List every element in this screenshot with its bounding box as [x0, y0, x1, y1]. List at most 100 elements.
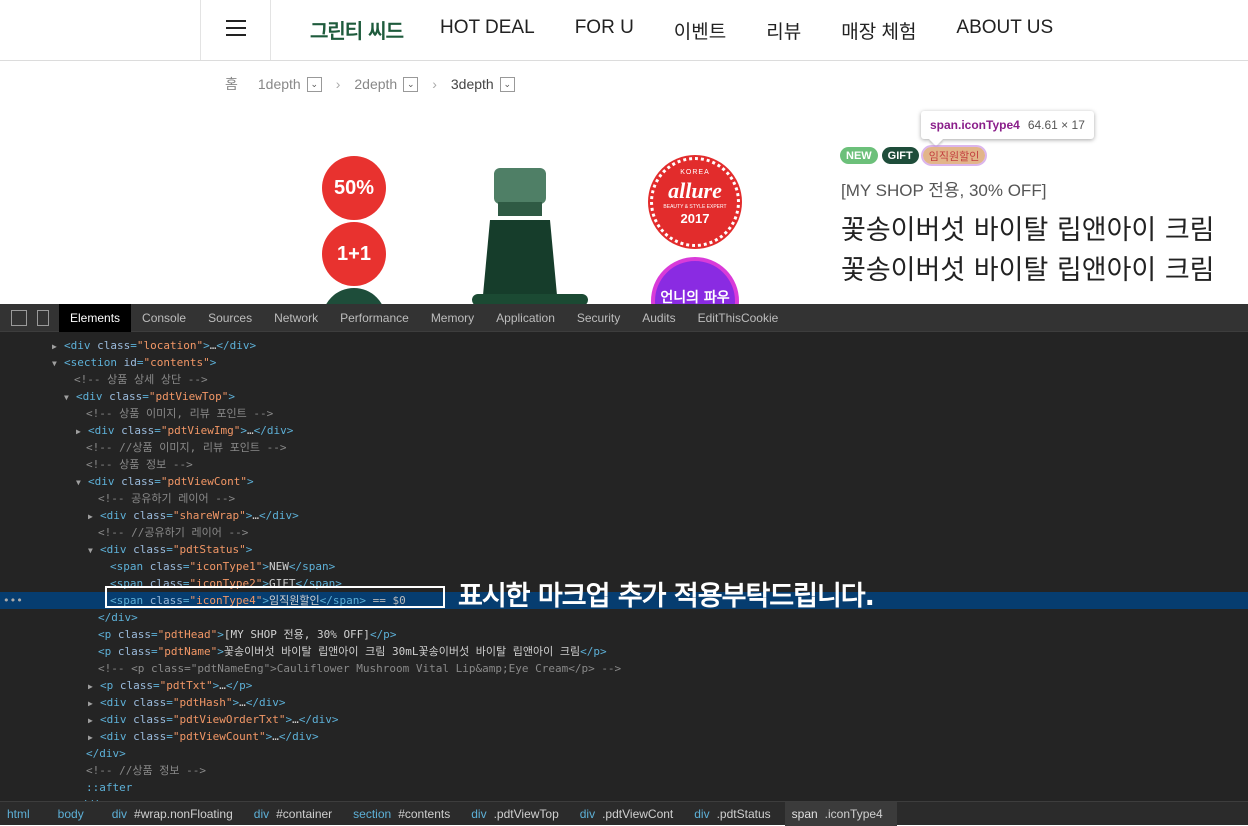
dom-breadcrumb-item[interactable]: span .iconType4 [784, 801, 897, 826]
dom-node[interactable]: ▶ <div class="pdtViewOrderTxt">…</div> [0, 711, 1248, 728]
dom-breadcrumb-item[interactable]: html [0, 802, 51, 826]
dom-node[interactable]: ▶ <div class="pdtViewImg">…</div> [0, 422, 1248, 439]
devtools-tab-sources[interactable]: Sources [197, 304, 263, 332]
dom-node[interactable]: ▼ <div class="pdtViewCont"> [0, 473, 1248, 490]
site-header: 그린티 씨드 HOT DEAL FOR U 이벤트 리뷰 매장 체험 ABOUT… [0, 0, 1248, 61]
menu-icon[interactable] [226, 20, 246, 36]
chevron-down-icon[interactable]: ⌄ [403, 76, 419, 92]
devtools-panel: Elements Console Sources Network Performance… [0, 303, 1248, 826]
award-name: allure [668, 178, 722, 203]
devtools-tab-audits[interactable]: Audits [631, 304, 686, 332]
caret-down-icon[interactable]: ▼ [64, 389, 76, 406]
dom-node[interactable]: ▶ <div class="shareWrap">…</div> [0, 507, 1248, 524]
dom-breadcrumbs: html body div #wrap.nonFloating div #containe… [0, 801, 1248, 826]
plus-one-badge: 1+1 [322, 222, 386, 286]
nav-about[interactable]: ABOUT US [956, 17, 1053, 44]
dom-breadcrumb-item[interactable]: div .pdtViewCont [573, 802, 688, 826]
nav-event[interactable]: 이벤트 [674, 17, 726, 44]
promo-badge [322, 288, 386, 304]
dom-node[interactable]: <!-- 공유하기 레이어 --> [0, 490, 1248, 507]
devtools-tab-memory[interactable]: Memory [420, 304, 485, 332]
caret-right-icon[interactable]: ▶ [88, 695, 100, 712]
devtools-tab-security[interactable]: Security [566, 304, 631, 332]
nav-for-u[interactable]: FOR U [575, 17, 634, 44]
dom-node[interactable]: ▶ <div class="pdtViewCount">…</div> [0, 728, 1248, 745]
dom-node[interactable]: <!-- 상품 상세 상단 --> [0, 371, 1248, 388]
tooltip-size: 64.61 × 17 [1027, 118, 1085, 132]
dom-node[interactable]: <!-- //공유하기 레이어 --> [0, 524, 1248, 541]
inspect-element-icon[interactable] [11, 309, 27, 326]
caret-right-icon[interactable]: ▶ [88, 508, 100, 525]
header-divider [270, 0, 271, 60]
breadcrumb-3depth[interactable]: 3depth [451, 76, 494, 92]
dom-node[interactable]: ▶ <div class="pdtHash">…</div> [0, 694, 1248, 711]
page-viewport: 그린티 씨드 HOT DEAL FOR U 이벤트 리뷰 매장 체험 ABOUT… [0, 0, 1248, 304]
devtools-tab-elements[interactable]: Elements [59, 303, 132, 332]
dom-node[interactable]: <!-- //상품 이미지, 리뷰 포인트 --> [0, 439, 1248, 456]
devtools-toolbar: Elements Console Sources Network Performance… [0, 303, 1248, 332]
element-inspect-tooltip: span.iconType4 64.61 × 17 [921, 111, 1094, 139]
caret-right-icon[interactable]: ▶ [52, 338, 64, 355]
dom-node[interactable]: ▼ <div class="pdtStatus"> [0, 541, 1248, 558]
more-icon[interactable]: ••• [3, 592, 23, 609]
nav-store[interactable]: 매장 체험 [841, 17, 916, 44]
chevron-down-icon[interactable]: ⌄ [306, 76, 322, 92]
breadcrumb-home[interactable]: 홈 [225, 74, 238, 94]
dom-node[interactable]: <p class="pdtName">꽃송이버섯 바이탈 립앤아이 크림 30m… [0, 643, 1248, 660]
caret-right-icon[interactable]: ▶ [88, 729, 100, 746]
devtools-tab-performance[interactable]: Performance [329, 304, 420, 332]
device-toolbar-icon[interactable] [37, 309, 49, 326]
breadcrumb-separator: › [335, 76, 341, 92]
chevron-down-icon[interactable]: ⌄ [499, 76, 515, 92]
product-image [472, 168, 588, 304]
dom-node[interactable]: <!-- 상품 이미지, 리뷰 포인트 --> [0, 405, 1248, 422]
product-name: 꽃송이버섯 바이탈 립앤아이 크림 꽃송이버섯 바이탈 립앤아이 크림 [841, 211, 1215, 291]
breadcrumb: 홈 1depth ⌄ › 2depth ⌄ › 3depth ⌄ [225, 74, 529, 94]
dom-breadcrumb-item[interactable]: body [51, 802, 105, 826]
devtools-tabs: Elements Console Sources Network Performance… [59, 303, 790, 332]
dom-node[interactable]: ▼ <section id="contents"> [0, 354, 1248, 371]
product-status-tags: NEW GIFT 임직원할인 [840, 145, 989, 166]
caret-right-icon[interactable]: ▶ [88, 712, 100, 729]
product-name-line: 꽃송이버섯 바이탈 립앤아이 크림 [841, 255, 1215, 286]
brand-logo[interactable]: 그린티 씨드 [310, 15, 404, 44]
dom-node[interactable]: <!-- <p class="pdtNameEng">Cauliflower M… [0, 660, 1248, 677]
devtools-tab-application[interactable]: Application [485, 304, 566, 332]
product-name-line: 꽃송이버섯 바이탈 립앤아이 크림 [841, 215, 1215, 246]
tooltip-selector: span.iconType4 [930, 118, 1020, 132]
devtools-tab-console[interactable]: Console [131, 304, 197, 332]
dom-node[interactable]: ▶ <div class="location">…</div> [0, 337, 1248, 354]
tag-gift: GIFT [881, 147, 919, 164]
dom-node[interactable]: <p class="pdtHead">[MY SHOP 전용, 30% OFF]… [0, 626, 1248, 643]
caret-down-icon[interactable]: ▼ [76, 474, 88, 491]
devtools-tab-network[interactable]: Network [263, 304, 329, 332]
dom-node[interactable]: ▶ <p class="pdtTxt">…</p> [0, 677, 1248, 694]
nav-hot-deal[interactable]: HOT DEAL [440, 17, 535, 44]
dom-breadcrumb-item[interactable]: section #contents [346, 802, 464, 826]
caret-right-icon[interactable]: ▶ [76, 423, 88, 440]
dom-breadcrumb-item[interactable]: div #wrap.nonFloating [105, 802, 247, 826]
dom-node[interactable]: ::after [0, 779, 1248, 796]
dom-node[interactable]: </div> [0, 745, 1248, 762]
devtools-tab-editthiscookie[interactable]: EditThisCookie [687, 304, 790, 332]
breadcrumb-1depth[interactable]: 1depth [258, 76, 301, 92]
award-country: KOREA [680, 169, 710, 176]
caret-down-icon[interactable]: ▼ [52, 355, 64, 372]
dom-breadcrumb-item[interactable]: div .pdtViewTop [464, 802, 573, 826]
caret-right-icon[interactable]: ▶ [88, 678, 100, 695]
dom-tree[interactable]: ▶ <div class="location">…</div> ▼ <section … [0, 335, 1248, 801]
product-head: [MY SHOP 전용, 30% OFF] [841, 181, 1047, 200]
dom-breadcrumb-item[interactable]: div .pdtStatus [687, 802, 784, 826]
nav-review[interactable]: 리뷰 [766, 17, 801, 44]
dom-node[interactable]: <!-- //상품 정보 --> [0, 762, 1248, 779]
caret-down-icon[interactable]: ▼ [88, 542, 100, 559]
header-divider [200, 0, 201, 60]
dom-node[interactable]: <span class="iconType1">NEW</span> [0, 558, 1248, 575]
breadcrumb-separator: › [432, 76, 437, 92]
discount-badge: 50% [322, 156, 386, 220]
dom-node[interactable]: ▼ <div class="pdtViewTop"> [0, 388, 1248, 405]
tag-new: NEW [840, 147, 878, 164]
breadcrumb-2depth[interactable]: 2depth [354, 76, 397, 92]
dom-node[interactable]: <!-- 상품 정보 --> [0, 456, 1248, 473]
dom-breadcrumb-item[interactable]: div #container [247, 802, 346, 826]
